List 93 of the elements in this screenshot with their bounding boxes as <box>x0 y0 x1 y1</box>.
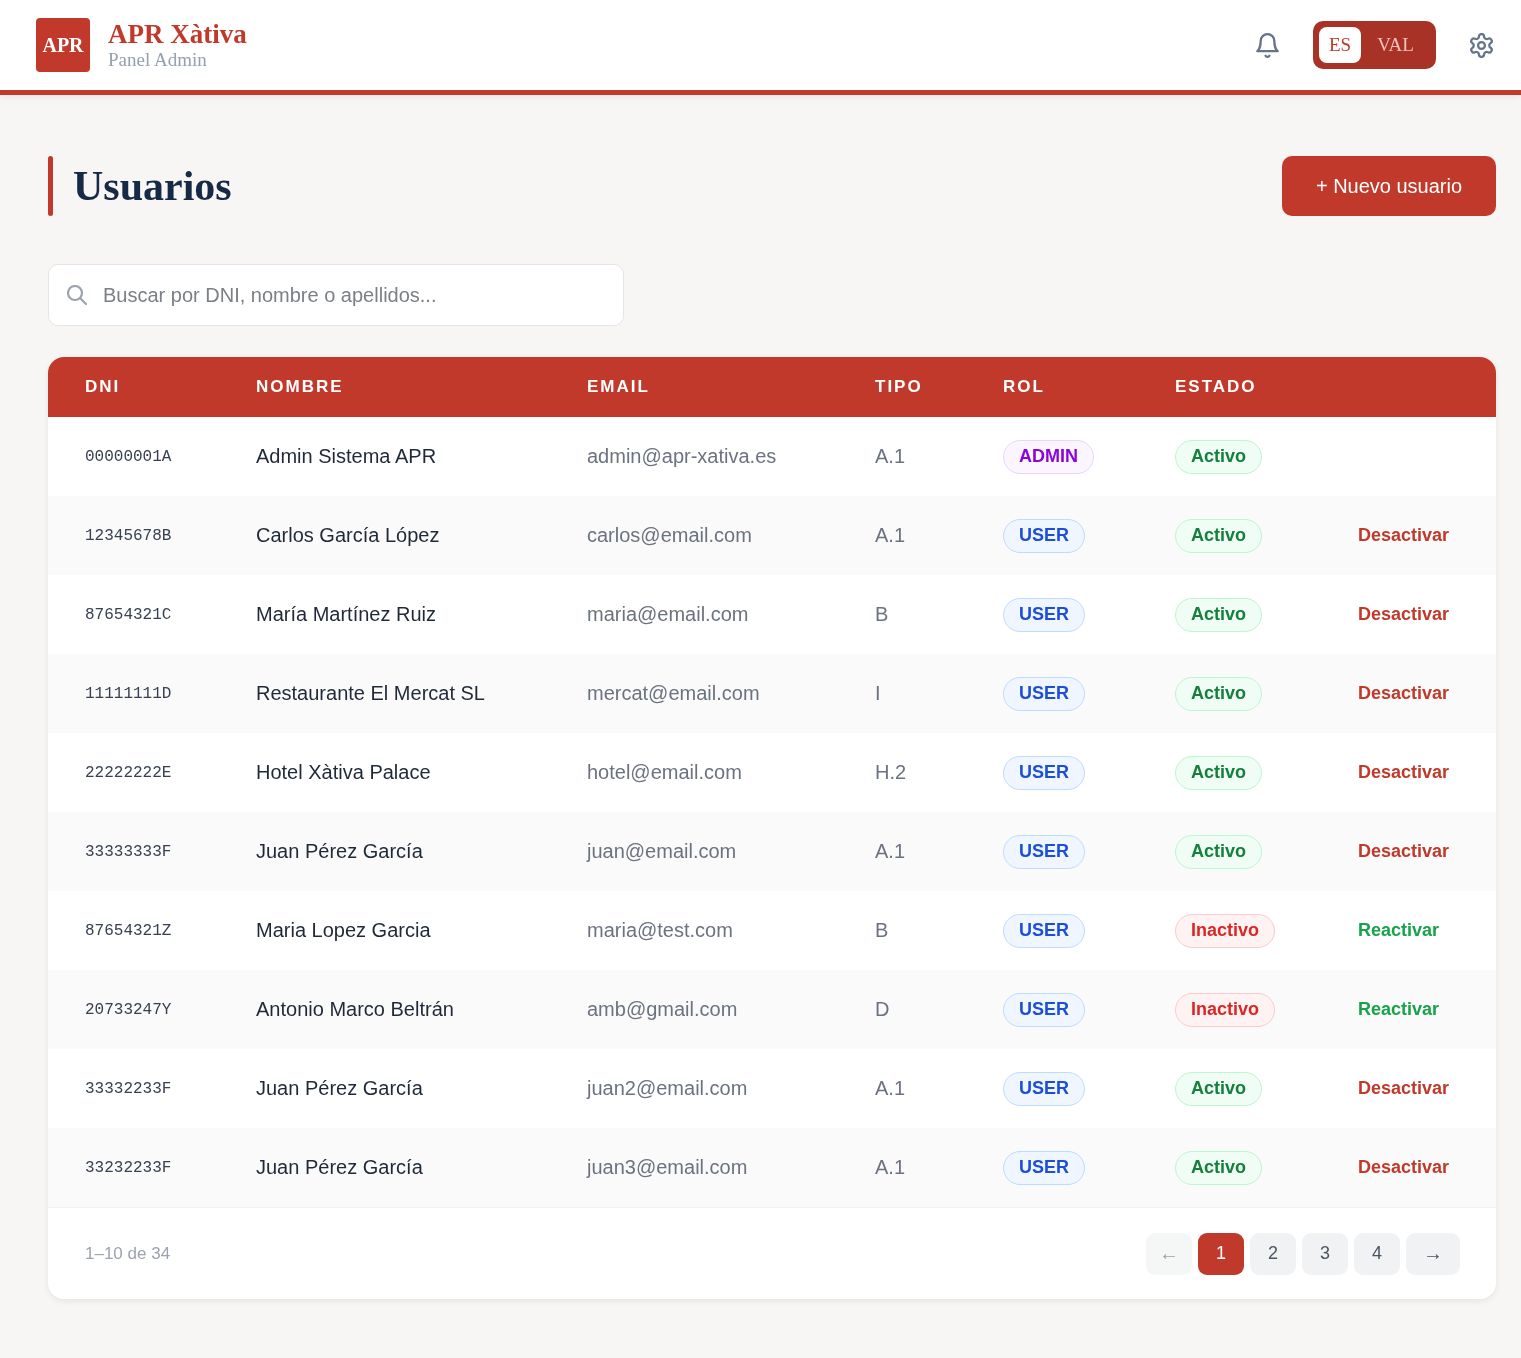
status-badge: Inactivo <box>1175 992 1276 1027</box>
type-cell: A.1 <box>875 445 906 468</box>
status-badge: Activo <box>1175 1071 1262 1106</box>
dni-cell: 11111111D <box>85 684 172 703</box>
role-badge: ADMIN <box>1003 439 1094 474</box>
status-badge: Activo <box>1175 518 1262 553</box>
role-badge: USER <box>1003 1150 1085 1185</box>
pagination-summary: 1–10 de 34 <box>85 1243 171 1264</box>
page-button[interactable]: 2 <box>1250 1232 1296 1275</box>
status-badge: Activo <box>1175 834 1262 869</box>
name-cell: Antonio Marco Beltrán <box>256 998 454 1021</box>
dni-cell: 33332233F <box>85 1079 172 1098</box>
app-subtitle: Panel Admin <box>108 50 208 70</box>
deactivate-link[interactable]: Desactivar <box>1358 762 1450 783</box>
role-badge: USER <box>1003 597 1085 632</box>
reactivate-link[interactable]: Reactivar <box>1358 920 1440 941</box>
type-cell: B <box>875 919 889 942</box>
dni-cell: 33232233F <box>85 1158 172 1177</box>
settings-icon[interactable] <box>1469 32 1494 58</box>
name-cell: Hotel Xàtiva Palace <box>256 761 431 784</box>
search-icon <box>67 285 87 305</box>
column-header: ESTADO <box>1174 377 1258 397</box>
email-cell: mercat@email.com <box>587 682 760 705</box>
new-user-button[interactable]: + Nuevo usuario <box>1282 156 1496 216</box>
email-cell: admin@apr-xativa.es <box>587 445 777 468</box>
name-cell: Restaurante El Mercat SL <box>256 682 485 705</box>
dni-cell: 22222222E <box>85 763 172 782</box>
name-cell: Maria Lopez Garcia <box>256 919 431 942</box>
deactivate-link[interactable]: Desactivar <box>1358 841 1450 862</box>
reactivate-link[interactable]: Reactivar <box>1358 999 1440 1020</box>
column-header: TIPO <box>874 377 924 397</box>
deactivate-link[interactable]: Desactivar <box>1358 525 1450 546</box>
type-cell: H.2 <box>875 761 907 784</box>
column-header: ROL <box>1002 377 1046 397</box>
dni-cell: 87654321Z <box>85 921 172 940</box>
role-badge: USER <box>1003 676 1085 711</box>
type-cell: D <box>875 998 890 1021</box>
dni-cell: 12345678B <box>85 526 172 545</box>
role-badge: USER <box>1003 834 1085 869</box>
email-cell: maria@email.com <box>587 603 749 626</box>
type-cell: A.1 <box>875 840 906 863</box>
status-badge: Inactivo <box>1175 913 1276 948</box>
name-cell: Juan Pérez García <box>256 1156 423 1179</box>
dni-cell: 20733247Y <box>85 1000 172 1019</box>
status-badge: Activo <box>1175 439 1262 474</box>
deactivate-link[interactable]: Desactivar <box>1358 683 1450 704</box>
column-header: NOMBRE <box>255 377 345 397</box>
deactivate-link[interactable]: Desactivar <box>1358 1157 1450 1178</box>
status-badge: Activo <box>1175 597 1262 632</box>
status-badge: Activo <box>1175 1150 1262 1185</box>
email-cell: hotel@email.com <box>587 761 742 784</box>
email-cell: juan@email.com <box>587 840 737 863</box>
email-cell: carlos@email.com <box>587 524 752 547</box>
type-cell: A.1 <box>875 1077 906 1100</box>
page-button[interactable]: 4 <box>1354 1232 1400 1275</box>
type-cell: A.1 <box>875 1156 906 1179</box>
dni-cell: 87654321C <box>85 605 172 624</box>
email-cell: amb@gmail.com <box>587 998 738 1021</box>
email-cell: juan2@email.com <box>587 1077 748 1100</box>
page-button[interactable]: 1 <box>1198 1232 1244 1275</box>
page-title: Usuarios <box>73 162 232 210</box>
email-cell: maria@test.com <box>587 919 733 942</box>
column-header: EMAIL <box>586 377 651 397</box>
name-cell: Admin Sistema APR <box>256 445 437 468</box>
name-cell: María Martínez Ruiz <box>256 603 437 626</box>
column-header: DNI <box>84 377 122 397</box>
deactivate-link[interactable]: Desactivar <box>1358 604 1450 625</box>
role-badge: USER <box>1003 755 1085 790</box>
role-badge: USER <box>1003 913 1085 948</box>
page-button[interactable]: 3 <box>1302 1232 1348 1275</box>
status-badge: Activo <box>1175 755 1262 790</box>
email-cell: juan3@email.com <box>587 1156 748 1179</box>
role-badge: USER <box>1003 992 1085 1027</box>
status-badge: Activo <box>1175 676 1262 711</box>
role-badge: USER <box>1003 1071 1085 1106</box>
deactivate-link[interactable]: Desactivar <box>1358 1078 1450 1099</box>
name-cell: Juan Pérez García <box>256 1077 423 1100</box>
bell-icon[interactable] <box>1256 32 1279 58</box>
type-cell: I <box>875 682 881 705</box>
type-cell: B <box>875 603 889 626</box>
dni-cell: 00000001A <box>85 447 172 466</box>
role-badge: USER <box>1003 518 1085 553</box>
search-field[interactable]: Buscar por DNI, nombre o apellidos... <box>48 264 624 326</box>
app-title: APR Xàtiva <box>108 20 247 48</box>
accent-bar <box>48 156 53 216</box>
type-cell: A.1 <box>875 524 906 547</box>
language-option[interactable]: ES <box>1319 27 1362 63</box>
name-cell: Juan Pérez García <box>256 840 423 863</box>
name-cell: Carlos García López <box>256 524 440 547</box>
next-page-button[interactable]: → <box>1406 1232 1460 1275</box>
dni-cell: 33333333F <box>85 842 172 861</box>
app-logo: APR <box>36 18 90 72</box>
language-option[interactable]: VAL <box>1367 27 1424 63</box>
